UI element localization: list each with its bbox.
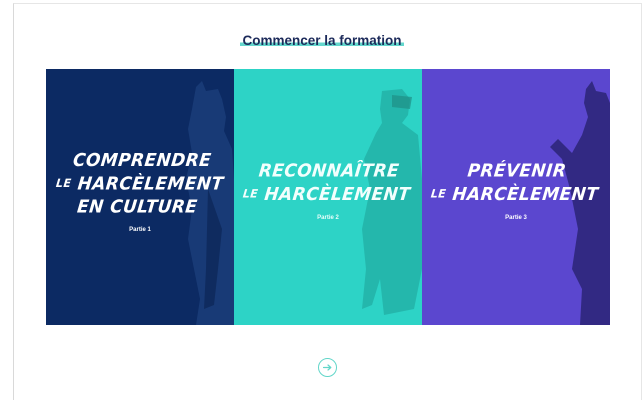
card-title: RECONNAÎTRE LE HARCÈLEMENT [242, 160, 412, 206]
module-cards: COMPRENDRE LE HARCÈLEMENT EN CULTURE Parti… [46, 69, 610, 325]
card-part-label: Partie 3 [505, 215, 527, 221]
card-part-label: Partie 2 [317, 215, 339, 221]
card-title: COMPRENDRE LE HARCÈLEMENT EN CULTURE [55, 150, 225, 218]
card-partie-3[interactable]: PRÉVENIR LE HARCÈLEMENT Partie 3 [422, 69, 610, 325]
start-button[interactable] [318, 358, 337, 377]
arrow-right-icon [323, 364, 332, 371]
page-title: Commencer la formation [240, 33, 404, 48]
card-part-label: Partie 1 [129, 227, 151, 233]
card-title: PRÉVENIR LE HARCÈLEMENT [430, 160, 600, 206]
card-partie-2[interactable]: RECONNAÎTRE LE HARCÈLEMENT Partie 2 [234, 69, 422, 325]
card-partie-1[interactable]: COMPRENDRE LE HARCÈLEMENT EN CULTURE Parti… [46, 69, 234, 325]
